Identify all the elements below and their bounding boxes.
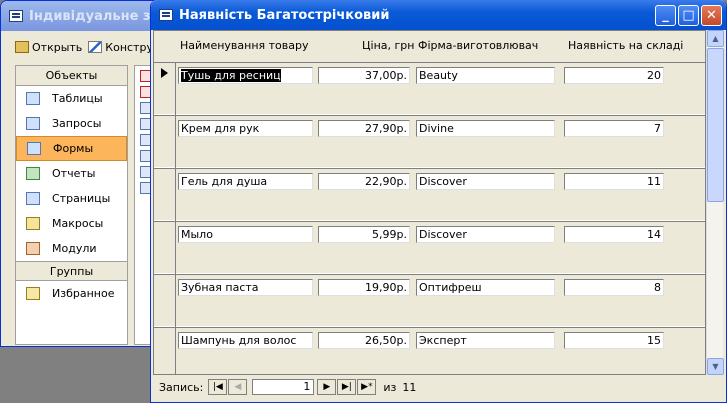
record-row: Зубная паста 19,90р. Оптифреш 8	[154, 274, 705, 328]
scroll-thumb[interactable]	[707, 48, 724, 202]
groups-item-label: Избранное	[52, 287, 115, 300]
header-product: Найменування товару	[180, 39, 309, 52]
of-label: из	[383, 380, 397, 394]
stock-field[interactable]: 11	[564, 173, 664, 190]
stock-field[interactable]: 14	[564, 226, 664, 243]
report-icon	[26, 167, 40, 180]
query-icon	[26, 117, 40, 130]
record-selector[interactable]	[154, 63, 176, 116]
objects-item-label: Отчеты	[52, 167, 96, 180]
objects-item-tables[interactable]: Таблицы	[16, 86, 127, 111]
open-icon	[15, 41, 29, 53]
record-row: Тушь для ресниц 37,00р. Beauty 20	[154, 62, 705, 116]
manufacturer-field[interactable]: Beauty	[416, 67, 555, 84]
manufacturer-field[interactable]: Оптифреш	[416, 279, 555, 296]
open-button-label: Открыть	[32, 40, 83, 54]
product-field[interactable]: Тушь для ресниц	[178, 67, 313, 84]
design-icon	[88, 41, 103, 53]
close-button[interactable]: ✕	[701, 4, 722, 26]
manufacturer-field[interactable]: Divine	[416, 120, 555, 137]
record-row: Крем для рук 27,90р. Divine 7	[154, 115, 705, 169]
price-field[interactable]: 5,99р.	[318, 226, 410, 243]
record-navigation-bar: Запись: |◀ ◀ 1 ▶ ▶| ▶* из 11	[153, 376, 723, 398]
stock-field[interactable]: 15	[564, 332, 664, 349]
groups-item-favorites[interactable]: Избранное	[16, 281, 127, 306]
first-record-icon[interactable]: |◀	[208, 379, 228, 395]
maximize-button[interactable]: □	[678, 4, 699, 26]
price-field[interactable]: 22,90р.	[318, 173, 410, 190]
header-manufacturer: Фірма-виготовлювач	[418, 39, 539, 52]
price-field[interactable]: 37,00р.	[318, 67, 410, 84]
stock-field[interactable]: 20	[564, 67, 664, 84]
favorites-icon	[26, 287, 40, 300]
new-record-icon[interactable]: ▶*	[357, 379, 377, 395]
database-icon	[9, 10, 23, 22]
manufacturer-field[interactable]: Discover	[416, 226, 555, 243]
product-field[interactable]: Крем для рук	[178, 120, 313, 137]
current-record-input[interactable]: 1	[252, 379, 315, 395]
module-icon	[26, 242, 40, 255]
minimize-button[interactable]: _	[655, 4, 676, 26]
header-stock: Наявність на складі	[568, 39, 684, 52]
last-record-icon[interactable]: ▶|	[337, 379, 357, 395]
record-selector[interactable]	[154, 275, 176, 328]
form-window: Наявність Багатострічковий _ □ ✕ Наймену…	[150, 0, 727, 403]
record-selector[interactable]	[154, 169, 176, 222]
objects-item-label: Запросы	[52, 117, 102, 130]
objects-item-label: Модули	[52, 242, 97, 255]
previous-record-icon[interactable]: ◀	[228, 379, 248, 395]
design-button[interactable]: Конструк	[88, 41, 160, 54]
objects-item-label: Формы	[53, 142, 94, 155]
scroll-up-icon[interactable]: ▲	[707, 30, 724, 47]
form-detail: Найменування товару Ціна, грн Фірма-виго…	[153, 30, 706, 375]
form-window-titlebar[interactable]: Наявність Багатострічковий _ □ ✕	[151, 0, 726, 30]
groups-header[interactable]: Группы	[16, 261, 127, 281]
stock-field[interactable]: 8	[564, 279, 664, 296]
record-row: Гель для душа 22,90р. Discover 11	[154, 168, 705, 222]
current-record-arrow-icon	[161, 68, 168, 78]
manufacturer-field[interactable]: Эксперт	[416, 332, 555, 349]
objects-item-label: Страницы	[52, 192, 111, 205]
record-label: Запись:	[159, 380, 204, 394]
product-field[interactable]: Шампунь для волос	[178, 332, 313, 349]
form-icon	[159, 9, 173, 21]
objects-item-label: Таблицы	[52, 92, 103, 105]
objects-item-pages[interactable]: Страницы	[16, 186, 127, 211]
page-icon	[26, 192, 40, 205]
objects-item-label: Макросы	[52, 217, 104, 230]
record-selector[interactable]	[154, 116, 176, 169]
objects-item-reports[interactable]: Отчеты	[16, 161, 127, 186]
objects-item-forms[interactable]: Формы	[16, 136, 127, 161]
record-row: Шампунь для волос 26,50р. Эксперт 15	[154, 327, 705, 374]
header-price: Ціна, грн	[362, 39, 415, 52]
form-window-title: Наявність Багатострічковий	[179, 7, 390, 23]
record-selector[interactable]	[154, 328, 176, 374]
record-row: Мыло 5,99р. Discover 14	[154, 221, 705, 275]
database-window-title: Індивідуальне зав	[29, 8, 168, 24]
next-record-icon[interactable]: ▶	[317, 379, 337, 395]
total-records: 11	[402, 380, 417, 394]
vertical-scrollbar[interactable]: ▲ ▼	[706, 30, 724, 375]
objects-header[interactable]: Объекты	[16, 66, 127, 86]
objects-item-macros[interactable]: Макросы	[16, 211, 127, 236]
price-field[interactable]: 27,90р.	[318, 120, 410, 137]
product-field[interactable]: Мыло	[178, 226, 313, 243]
manufacturer-field[interactable]: Discover	[416, 173, 555, 190]
objects-item-queries[interactable]: Запросы	[16, 111, 127, 136]
price-field[interactable]: 26,50р.	[318, 332, 410, 349]
stock-field[interactable]: 7	[564, 120, 664, 137]
price-field[interactable]: 19,90р.	[318, 279, 410, 296]
open-button[interactable]: Открыть	[15, 41, 82, 54]
record-selector[interactable]	[154, 222, 176, 275]
product-field[interactable]: Зубная паста	[178, 279, 313, 296]
scroll-down-icon[interactable]: ▼	[707, 358, 724, 375]
form-icon	[27, 142, 41, 155]
table-icon	[26, 92, 40, 105]
objects-item-modules[interactable]: Модули	[16, 236, 127, 261]
macro-icon	[26, 217, 40, 230]
objects-panel: Объекты Таблицы Запросы Формы Отчеты Стр…	[15, 65, 128, 345]
product-field[interactable]: Гель для душа	[178, 173, 313, 190]
